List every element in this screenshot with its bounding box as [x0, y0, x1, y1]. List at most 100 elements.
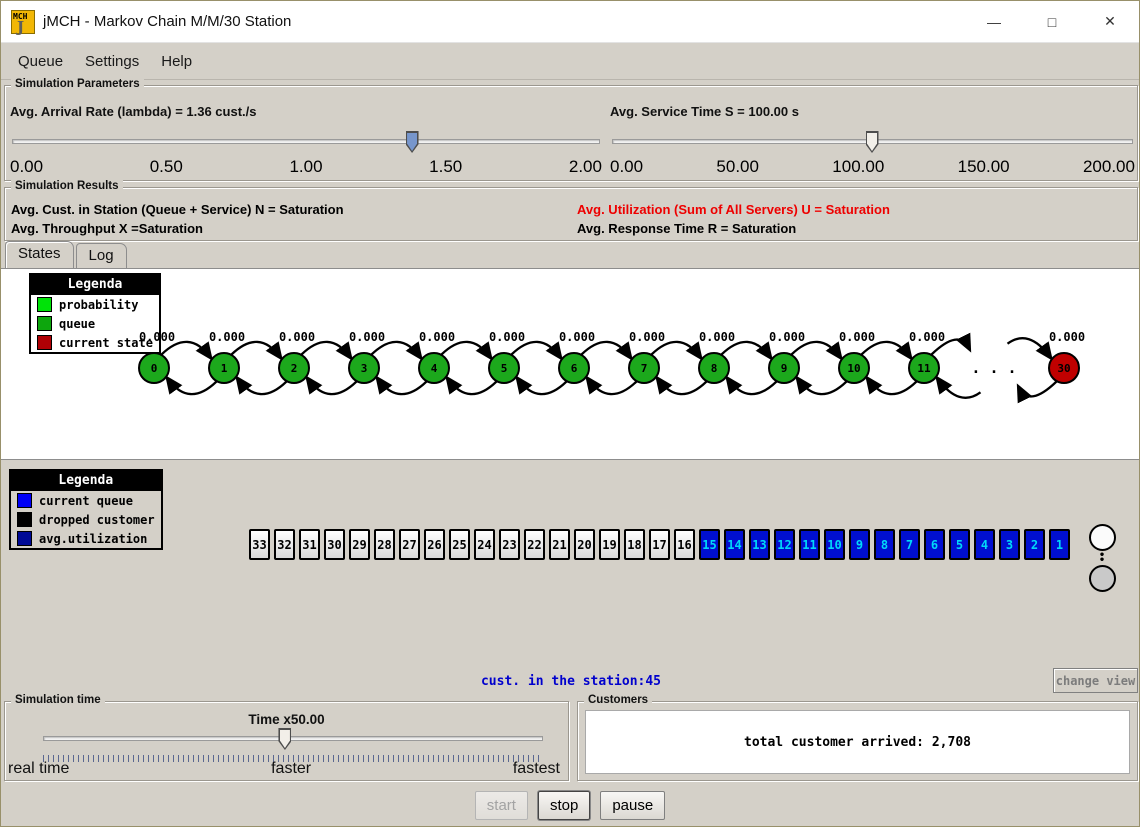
arrival-slider-thumb[interactable] — [406, 131, 419, 153]
queue-box-1: 1 — [1049, 529, 1070, 560]
chain-state-number: 10 — [847, 362, 860, 375]
simulation-results-group: Simulation Results Avg. Cust. in Station… — [4, 187, 1138, 241]
service-time-slider[interactable] — [610, 129, 1135, 155]
result-line: Avg. Response Time R = Saturation — [577, 219, 1137, 238]
queue-box-23: 23 — [499, 529, 520, 560]
tick-label: 100.00 — [832, 157, 884, 177]
service-time-param: Avg. Service Time S = 100.00 s 0.0050.00… — [610, 104, 1135, 177]
time-slider-track[interactable] — [43, 736, 543, 741]
legend-item-label: dropped customer — [39, 513, 155, 527]
results-right: Avg. Utilization (Sum of All Servers) U … — [577, 200, 1137, 238]
queue-box-20: 20 — [574, 529, 595, 560]
queue-box-29: 29 — [349, 529, 370, 560]
simulation-time-group: Simulation time Time x50.00 real timefas… — [4, 701, 569, 781]
state-probability-label: 0.000 — [629, 330, 665, 344]
arrival-rate-slider[interactable] — [10, 129, 602, 155]
queue-box-6: 6 — [924, 529, 945, 560]
queue-box-10: 10 — [824, 529, 845, 560]
markov-chain-svg: 00.00010.00020.00030.00040.00050.00060.0… — [1, 269, 1140, 459]
menu-settings[interactable]: Settings — [74, 49, 150, 74]
queue-legend: Legendacurrent queuedropped customeravg.… — [9, 469, 163, 550]
queue-box-19: 19 — [599, 529, 620, 560]
queue-box-8: 8 — [874, 529, 895, 560]
legend-item-label: avg.utilization — [39, 532, 147, 546]
chain-state-number: 6 — [571, 362, 578, 375]
control-button-bar: start stop pause — [1, 783, 1139, 827]
legend-item: avg.utilization — [11, 529, 161, 548]
start-button[interactable]: start — [475, 791, 528, 820]
time-speed-marks: real timefasterfastest — [8, 760, 560, 778]
queue-box-27: 27 — [399, 529, 420, 560]
pause-button[interactable]: pause — [600, 791, 665, 820]
tick-label: fastest — [513, 760, 560, 778]
legend-item-label: queue — [59, 317, 95, 331]
state-probability-label: 0.000 — [419, 330, 455, 344]
tick-label: 0.00 — [610, 157, 643, 177]
state-probability-label: 0.000 — [349, 330, 385, 344]
tick-label: 150.00 — [958, 157, 1010, 177]
tick-label: 0.50 — [150, 157, 183, 177]
state-probability-label: 0.000 — [279, 330, 315, 344]
legend-item: current state — [31, 333, 159, 352]
service-slider-ticks: 0.0050.00100.00150.00200.00 — [610, 157, 1135, 177]
simulation-parameters-title: Simulation Parameters — [11, 78, 144, 90]
queue-box-33: 33 — [249, 529, 270, 560]
legend-swatch — [37, 335, 52, 350]
queue-box-25: 25 — [449, 529, 470, 560]
service-slider-thumb[interactable] — [866, 131, 879, 153]
menu-queue[interactable]: Queue — [7, 49, 74, 74]
queue-box-30: 30 — [324, 529, 345, 560]
queue-box-17: 17 — [649, 529, 670, 560]
state-probability-label: 0.000 — [209, 330, 245, 344]
change-view-button[interactable]: change view — [1053, 668, 1138, 693]
app-icon: MCH J — [11, 10, 35, 34]
queue-box-26: 26 — [424, 529, 445, 560]
chain-state-number: 1 — [221, 362, 228, 375]
chain-state-number: 11 — [917, 362, 931, 375]
legend-title: Legenda — [31, 275, 159, 295]
chain-state-number: 8 — [711, 362, 718, 375]
menu-bar: QueueSettingsHelp — [1, 44, 1139, 80]
legend-item: current queue — [11, 491, 161, 510]
legend-item-label: current state — [59, 336, 153, 350]
queue-box-3: 3 — [999, 529, 1020, 560]
tick-label: 1.00 — [289, 157, 322, 177]
maximize-icon[interactable]: □ — [1023, 1, 1081, 42]
menu-help[interactable]: Help — [150, 49, 203, 74]
tab-log[interactable]: Log — [76, 243, 127, 268]
legend-item-label: probability — [59, 298, 138, 312]
tick-label: 2.00 — [569, 157, 602, 177]
service-time-label: Avg. Service Time S = 100.00 s — [610, 104, 1135, 119]
chain-state-number: 30 — [1057, 362, 1070, 375]
chain-ellipsis: . . . — [971, 359, 1016, 377]
queue-box-11: 11 — [799, 529, 820, 560]
legend-item: probability — [31, 295, 159, 314]
tab-states[interactable]: States — [5, 241, 74, 268]
queue-box-4: 4 — [974, 529, 995, 560]
server-ellipsis: •• — [1087, 551, 1117, 565]
queue-panel: Legendacurrent queuedropped customeravg.… — [1, 461, 1140, 696]
legend-item: queue — [31, 314, 159, 333]
queue-box-14: 14 — [724, 529, 745, 560]
queue-box-2: 2 — [1024, 529, 1045, 560]
queue-box-24: 24 — [474, 529, 495, 560]
app-icon-sub: J — [17, 18, 24, 36]
minimize-icon[interactable]: — — [965, 1, 1023, 42]
legend-swatch — [17, 493, 32, 508]
close-icon[interactable]: ✕ — [1081, 1, 1139, 42]
arrival-slider-ticks: 0.000.501.001.502.00 — [10, 157, 602, 177]
station-status-text: cust. in the station:45 — [1, 674, 1140, 689]
total-customers-text: total customer arrived: 2,708 — [744, 735, 971, 750]
queue-box-28: 28 — [374, 529, 395, 560]
arrival-slider-track[interactable] — [12, 139, 600, 144]
window-title: jMCH - Markov Chain M/M/30 Station — [43, 13, 291, 30]
state-probability-label: 0.000 — [559, 330, 595, 344]
time-slider[interactable] — [41, 726, 545, 752]
chain-state-number: 0 — [151, 362, 158, 375]
state-probability-label: 0.000 — [769, 330, 805, 344]
time-slider-thumb[interactable] — [278, 728, 291, 750]
stop-button[interactable]: stop — [538, 791, 590, 820]
queue-box-31: 31 — [299, 529, 320, 560]
queue-box-9: 9 — [849, 529, 870, 560]
chain-state-number: 9 — [781, 362, 788, 375]
